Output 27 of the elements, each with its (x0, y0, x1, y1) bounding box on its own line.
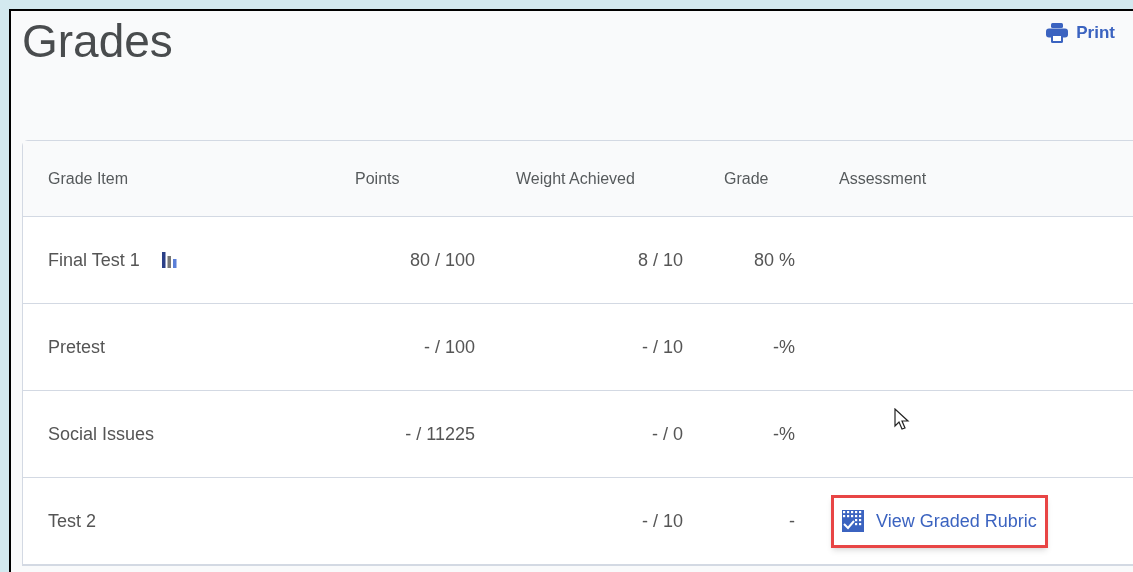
rubric-grid-icon (842, 510, 864, 532)
points-value: 80 / 100 (409, 249, 475, 270)
page-title: Grades (22, 14, 173, 69)
view-rubric-link[interactable]: View Graded Rubric (842, 507, 1037, 535)
grade-item-name: Social Issues (48, 422, 155, 446)
column-header: Assessment (839, 169, 927, 187)
points-value: - / 11225 (405, 423, 475, 444)
weight-value: - / 10 (641, 510, 683, 531)
weight-value: - / 10 (641, 336, 683, 357)
grade-value: - (789, 510, 795, 531)
print-button[interactable]: Print (1046, 20, 1115, 46)
grade-item-name: Pretest (48, 335, 106, 359)
bar-chart-icon[interactable] (161, 252, 178, 268)
grade-item-name: Test 2 (48, 509, 97, 533)
column-header: Weight Achieved (516, 169, 635, 187)
grade-value: -% (773, 423, 795, 444)
points-value: - / 100 (423, 336, 475, 357)
column-header: Grade Item (48, 169, 129, 187)
grade-value: -% (773, 336, 795, 357)
grade-item-name: Final Test 1 (48, 248, 140, 272)
column-header: Grade (724, 169, 769, 187)
printer-icon (1046, 22, 1069, 43)
column-header: Points (355, 169, 400, 187)
weight-value: - / 0 (652, 423, 683, 444)
grade-value: 80 % (753, 249, 795, 270)
mouse-pointer-icon (894, 408, 910, 432)
weight-value: 8 / 10 (637, 249, 683, 270)
